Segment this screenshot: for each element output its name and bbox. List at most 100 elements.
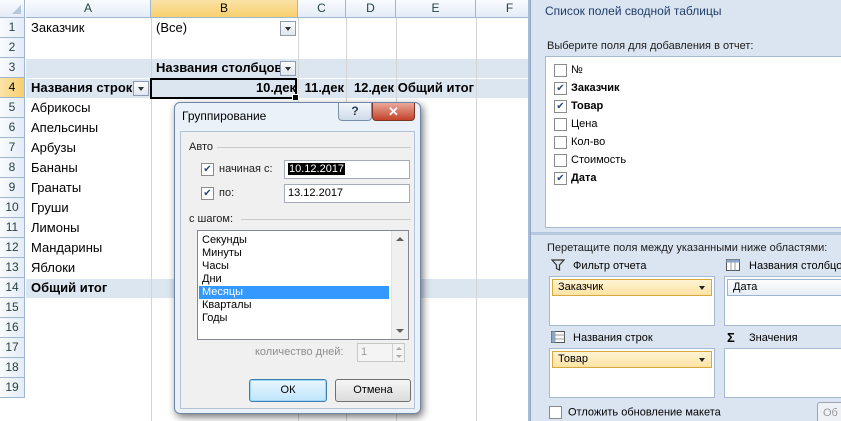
row-item[interactable]: Бананы <box>26 158 151 178</box>
row-item[interactable]: Апельсины <box>26 118 151 138</box>
days-spinner-icon[interactable] <box>392 344 404 361</box>
filter-field-value[interactable]: (Все) <box>151 18 281 38</box>
row-labels-header[interactable]: Названия строк <box>26 78 134 98</box>
column-value[interactable]: 11.дек <box>298 78 346 98</box>
pane-divider[interactable] <box>531 232 841 235</box>
field-item[interactable]: Стоимость <box>554 153 626 169</box>
scroll-up-icon[interactable] <box>396 237 404 241</box>
column-labels-dropdown-button[interactable] <box>280 61 296 76</box>
choose-fields-label: Выберите поля для добавления в отчет: <box>547 40 754 52</box>
row-field-chip[interactable]: Товар <box>552 351 712 368</box>
row-header[interactable]: 12 <box>0 238 25 258</box>
row-labels-dropdown-button[interactable] <box>133 81 149 96</box>
select-all-corner[interactable] <box>0 0 25 18</box>
update-button[interactable]: Об <box>817 402 841 421</box>
row-header[interactable]: 19 <box>0 378 25 398</box>
column-header-b[interactable]: B <box>151 0 298 18</box>
row-item[interactable]: Мандарины <box>26 238 151 258</box>
column-header-f[interactable]: F <box>476 0 528 18</box>
column-labels-header[interactable]: Названия столбцов <box>151 58 282 78</box>
field-item[interactable]: Заказчик <box>554 81 619 97</box>
row-item[interactable]: Груши <box>26 198 151 218</box>
row-labels-area[interactable]: Товар <box>549 348 715 398</box>
field-checkbox[interactable] <box>554 153 567 167</box>
start-auto-checkbox[interactable] <box>201 163 214 176</box>
row-item[interactable]: Яблоки <box>26 258 151 278</box>
row-header[interactable]: 1 <box>0 18 25 38</box>
row-header[interactable]: 7 <box>0 138 25 158</box>
days-count-value: 1 <box>361 346 368 358</box>
step-option[interactable]: Кварталы <box>199 299 389 312</box>
field-item[interactable]: Кол-во <box>554 135 605 151</box>
filter-field-chip[interactable]: Заказчик <box>552 279 712 296</box>
column-header-a[interactable]: A <box>26 0 151 18</box>
defer-update-checkbox[interactable] <box>549 406 562 419</box>
field-checkbox[interactable] <box>554 99 567 113</box>
sigma-icon: Σ <box>727 330 735 345</box>
help-button[interactable]: ? <box>338 103 372 121</box>
ok-button[interactable]: ОК <box>249 379 327 402</box>
end-date-input[interactable]: 13.12.2017 <box>284 184 410 203</box>
close-button[interactable]: ✕ <box>372 103 415 121</box>
field-item[interactable]: Дата <box>554 171 596 187</box>
row-header[interactable]: 17 <box>0 338 25 358</box>
step-option[interactable]: Секунды <box>199 234 389 247</box>
row-header[interactable]: 18 <box>0 358 25 378</box>
field-checkbox[interactable] <box>554 81 567 95</box>
row-header[interactable]: 3 <box>0 58 25 78</box>
row-item[interactable]: Абрикосы <box>26 98 151 118</box>
field-checkbox[interactable] <box>554 63 567 77</box>
row-header[interactable]: 9 <box>0 178 25 198</box>
field-list[interactable]: № Заказчик Товар Цена Кол-во Стоимость Д… <box>545 56 841 228</box>
column-labels-area[interactable]: Дата <box>724 276 841 326</box>
scroll-down-icon[interactable] <box>396 329 404 333</box>
step-option[interactable]: Дни <box>199 273 389 286</box>
row-item[interactable]: Гранаты <box>26 178 151 198</box>
field-item[interactable]: Товар <box>554 99 603 115</box>
days-count-input[interactable]: 1 <box>357 343 405 362</box>
grand-total-row[interactable]: Общий итог <box>26 278 151 298</box>
defer-update-row[interactable]: Отложить обновление макета <box>549 406 721 419</box>
end-auto-checkbox[interactable] <box>201 187 214 200</box>
report-filter-area[interactable]: Заказчик <box>549 276 715 326</box>
step-listbox[interactable]: Секунды Минуты Часы Дни Месяцы Кварталы … <box>197 230 409 340</box>
row-header[interactable]: 11 <box>0 218 25 238</box>
column-field-chip[interactable]: Дата <box>727 279 841 296</box>
row-header[interactable]: 5 <box>0 98 25 118</box>
days-count-label: количество дней: <box>255 346 344 358</box>
row-item[interactable]: Арбузы <box>26 138 151 158</box>
row-item[interactable]: Лимоны <box>26 218 151 238</box>
filter-field-label[interactable]: Заказчик <box>26 18 151 38</box>
column-header-e[interactable]: E <box>396 0 476 18</box>
row-header[interactable]: 14 <box>0 278 25 298</box>
field-item[interactable]: № <box>554 63 583 79</box>
field-checkbox[interactable] <box>554 171 567 185</box>
row-header[interactable]: 15 <box>0 298 25 318</box>
defer-update-label: Отложить обновление макета <box>568 406 721 419</box>
field-checkbox[interactable] <box>554 135 567 149</box>
step-option[interactable]: Минуты <box>199 247 389 260</box>
grand-total-column[interactable]: Общий итог <box>396 78 476 98</box>
filter-dropdown-button[interactable] <box>280 21 296 36</box>
dialog-title: Группирование <box>182 109 267 123</box>
row-header[interactable]: 8 <box>0 158 25 178</box>
row-header[interactable]: 13 <box>0 258 25 278</box>
step-option[interactable]: Часы <box>199 260 389 273</box>
row-header[interactable]: 16 <box>0 318 25 338</box>
column-header-c[interactable]: C <box>298 0 346 18</box>
listbox-scrollbar[interactable] <box>391 231 408 339</box>
step-option[interactable]: Годы <box>199 312 389 325</box>
field-item[interactable]: Цена <box>554 117 597 133</box>
row-header[interactable]: 4 <box>0 78 25 98</box>
step-option-selected[interactable]: Месяцы <box>199 286 389 299</box>
row-header[interactable]: 10 <box>0 198 25 218</box>
column-value[interactable]: 12.дек <box>346 78 396 98</box>
values-area[interactable] <box>724 348 841 398</box>
row-header[interactable]: 2 <box>0 38 25 58</box>
field-checkbox[interactable] <box>554 117 567 131</box>
start-date-input[interactable]: 10.12.2017 <box>284 160 410 179</box>
row-header[interactable]: 6 <box>0 118 25 138</box>
cancel-button[interactable]: Отмена <box>335 379 411 402</box>
column-header-d[interactable]: D <box>346 0 396 18</box>
field-name: Стоимость <box>571 154 627 166</box>
